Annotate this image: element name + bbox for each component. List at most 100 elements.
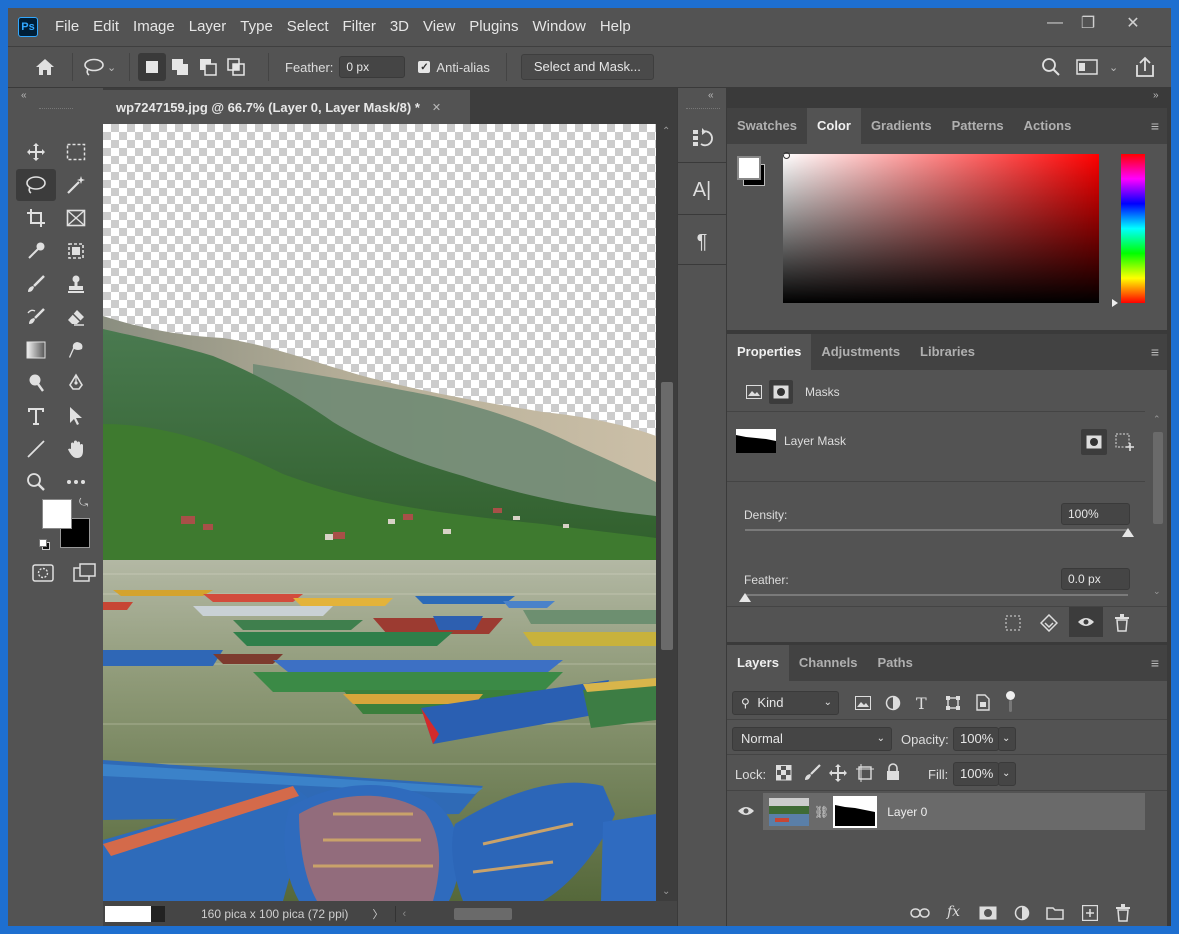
color-field[interactable]: [783, 154, 1099, 303]
menu-3d[interactable]: 3D: [383, 8, 416, 46]
opacity-dropdown-icon[interactable]: ⌄: [998, 727, 1016, 751]
tab-libraries[interactable]: Libraries: [910, 334, 985, 370]
blend-mode-select[interactable]: Normal ⌄: [732, 727, 892, 751]
scroll-down-icon[interactable]: ⌄: [662, 886, 670, 897]
add-to-selection-icon[interactable]: [166, 53, 194, 81]
horizontal-scroll-thumb[interactable]: [454, 907, 513, 920]
layer-mask-thumbnail[interactable]: [833, 795, 878, 828]
lock-artboard-icon[interactable]: [856, 764, 874, 785]
menu-window[interactable]: Window: [525, 8, 592, 46]
scroll-thumb[interactable]: [661, 382, 673, 650]
screen-mode-icon[interactable]: [73, 563, 97, 586]
intersect-selection-icon[interactable]: [222, 53, 250, 81]
chevron-down-icon[interactable]: ⌄: [1109, 61, 1118, 74]
scroll-thumb[interactable]: [1153, 432, 1163, 524]
brush-tool-icon[interactable]: [16, 268, 56, 300]
swap-colors-icon[interactable]: ⤿: [79, 497, 88, 510]
color-fg-swatch[interactable]: [737, 156, 761, 180]
menu-file[interactable]: File: [48, 8, 86, 46]
layer-visibility-eye-icon[interactable]: [737, 805, 755, 820]
toggle-mask-eye-icon[interactable]: [1069, 607, 1103, 637]
filter-smart-object-icon[interactable]: [976, 694, 990, 714]
delete-mask-icon[interactable]: [1114, 614, 1130, 635]
subtract-from-selection-icon[interactable]: [194, 53, 222, 81]
apply-mask-icon[interactable]: [1039, 613, 1059, 635]
lock-position-icon[interactable]: [829, 764, 847, 785]
new-selection-icon[interactable]: [138, 53, 166, 81]
antialias-checkbox[interactable]: ✓: [418, 61, 431, 73]
history-icon[interactable]: [678, 114, 726, 162]
status-menu-arrow[interactable]: 〉: [372, 906, 383, 922]
search-icon[interactable]: [1038, 54, 1064, 80]
pixel-mask-icon[interactable]: [743, 381, 765, 403]
type-tool-icon[interactable]: [16, 400, 56, 432]
collapse-icon[interactable]: «: [21, 90, 27, 101]
new-group-icon[interactable]: [1046, 906, 1064, 923]
tab-properties[interactable]: Properties: [727, 334, 812, 370]
eyedropper-icon[interactable]: [16, 235, 56, 267]
layer-row[interactable]: ⛓ Layer 0: [763, 793, 1145, 830]
feather-prop-input[interactable]: 0.0 px: [1061, 568, 1130, 590]
delete-layer-icon[interactable]: [1115, 904, 1131, 925]
image-canvas[interactable]: [103, 124, 656, 901]
lasso-tool-icon[interactable]: [16, 169, 56, 201]
eraser-icon[interactable]: [56, 301, 96, 333]
more-tools-icon[interactable]: [56, 466, 96, 498]
lock-all-icon[interactable]: [886, 763, 900, 784]
hue-slider[interactable]: [1121, 154, 1145, 303]
layer-link-icon[interactable]: ⛓: [814, 805, 829, 819]
menu-help[interactable]: Help: [593, 8, 638, 46]
history-brush-icon[interactable]: [16, 301, 56, 333]
line-tool-icon[interactable]: [16, 433, 56, 465]
stamp-tool-icon[interactable]: [56, 268, 96, 300]
menu-filter[interactable]: Filter: [336, 8, 383, 46]
load-selection-icon[interactable]: [1005, 615, 1021, 634]
menu-view[interactable]: View: [416, 8, 462, 46]
tab-layers[interactable]: Layers: [727, 645, 789, 681]
vector-mask-icon[interactable]: [769, 380, 793, 404]
filter-adjustment-icon[interactable]: [885, 695, 901, 714]
menu-edit[interactable]: Edit: [86, 8, 126, 46]
select-and-mask-button[interactable]: Select and Mask...: [520, 54, 654, 80]
document-tab[interactable]: wp7247159.jpg @ 66.7% (Layer 0, Layer Ma…: [103, 90, 470, 124]
crop-tool-icon[interactable]: [16, 202, 56, 234]
zoom-box[interactable]: [105, 905, 151, 922]
character-icon[interactable]: A|: [678, 166, 726, 214]
maximize-button[interactable]: ❐: [1068, 8, 1108, 38]
new-adjustment-layer-icon[interactable]: [1014, 905, 1030, 924]
filter-type-icon[interactable]: T: [916, 694, 927, 713]
menu-type[interactable]: Type: [233, 8, 280, 46]
opacity-input[interactable]: 100%: [953, 727, 999, 751]
tab-gradients[interactable]: Gradients: [861, 108, 942, 144]
workspace-icon[interactable]: [1074, 54, 1100, 80]
menu-image[interactable]: Image: [126, 8, 182, 46]
filter-shape-icon[interactable]: [945, 695, 961, 714]
feather-input[interactable]: 0 px: [339, 56, 406, 78]
frame-tool-icon[interactable]: [56, 202, 96, 234]
link-layers-icon[interactable]: [910, 907, 930, 922]
lasso-tool-preset-icon[interactable]: [81, 54, 107, 80]
tab-actions[interactable]: Actions: [1014, 108, 1082, 144]
tab-channels[interactable]: Channels: [789, 645, 868, 681]
vertical-scrollbar[interactable]: ⌃ ⌄: [657, 124, 677, 901]
hand-tool-icon[interactable]: [56, 433, 96, 465]
scroll-up-icon[interactable]: ⌃: [662, 126, 670, 137]
path-selection-icon[interactable]: [56, 400, 96, 432]
pen-tool-icon[interactable]: [56, 367, 96, 399]
menu-select[interactable]: Select: [280, 8, 336, 46]
layer-name[interactable]: Layer 0: [887, 805, 927, 819]
filter-pixel-icon[interactable]: [855, 696, 871, 713]
marquee-tool-icon[interactable]: [56, 136, 96, 168]
filter-toggle-switch[interactable]: [1005, 691, 1015, 713]
tab-swatches[interactable]: Swatches: [727, 108, 807, 144]
menu-layer[interactable]: Layer: [182, 8, 234, 46]
paragraph-icon[interactable]: ¶: [678, 218, 726, 266]
new-layer-icon[interactable]: [1081, 904, 1099, 924]
feather-slider-thumb[interactable]: [739, 593, 751, 602]
panel-menu-icon[interactable]: ≡: [1151, 645, 1159, 681]
tab-paths[interactable]: Paths: [867, 645, 922, 681]
select-mask-icon[interactable]: [1081, 429, 1107, 455]
fill-dropdown-icon[interactable]: ⌄: [998, 762, 1016, 786]
dodge-tool-icon[interactable]: [16, 367, 56, 399]
object-selection-icon[interactable]: [56, 235, 96, 267]
